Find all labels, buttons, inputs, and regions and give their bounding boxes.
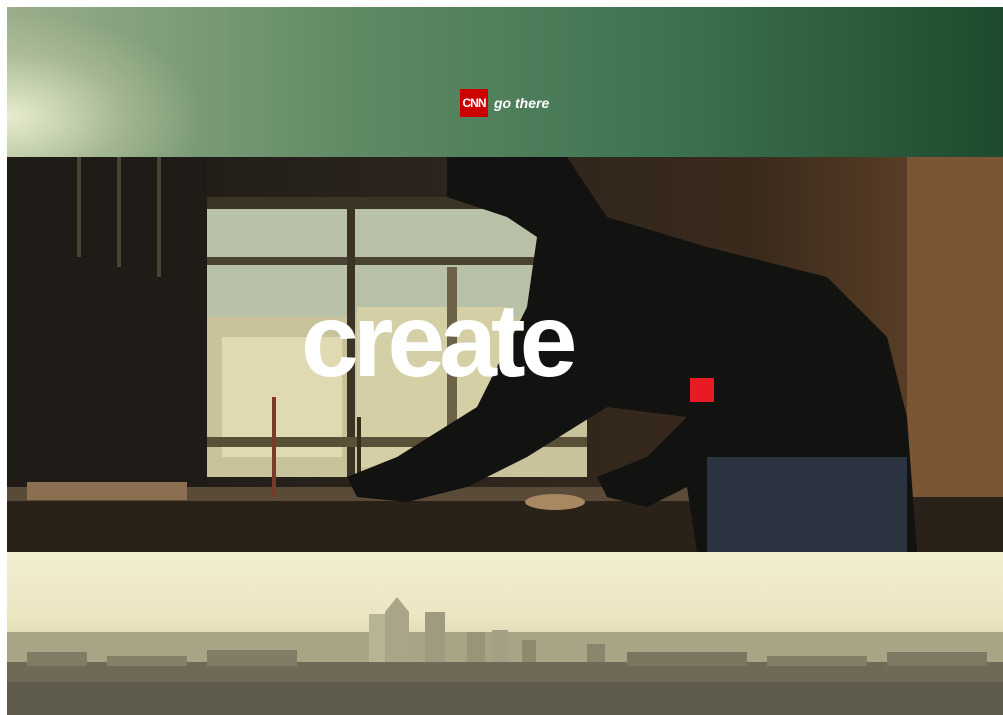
buildings (887, 652, 987, 666)
buildings (27, 652, 87, 666)
buildings (767, 656, 867, 666)
lamp-rod (77, 157, 81, 257)
headline-word: create (301, 283, 577, 399)
cnn-logo: CNN (460, 89, 488, 117)
top-green-band: CNN go there (7, 7, 1003, 157)
bowl (525, 494, 585, 510)
right-wall (907, 157, 1003, 552)
ad-banner: CNN go there create (7, 7, 1003, 715)
lamp-rod (117, 157, 121, 267)
desk-tools (27, 482, 187, 500)
jeans (707, 457, 907, 552)
city-skyline (7, 597, 1003, 715)
buildings (627, 652, 747, 666)
city-skyline-band (7, 552, 1003, 715)
workshop-scene: create (7, 157, 1003, 552)
buildings (207, 650, 297, 666)
tower (385, 597, 409, 662)
tower (425, 612, 445, 662)
tower (467, 632, 485, 662)
tower (369, 614, 385, 662)
brush (272, 397, 276, 497)
city-dense (7, 682, 1003, 715)
brand-lockup[interactable]: CNN go there (460, 89, 549, 117)
tower (492, 630, 508, 662)
tower (587, 644, 605, 662)
tower (522, 640, 536, 662)
buildings (107, 656, 187, 666)
window-frame (207, 257, 587, 265)
red-period-square (690, 378, 714, 402)
brand-tagline: go there (494, 95, 550, 111)
lamp-rod (157, 157, 161, 277)
